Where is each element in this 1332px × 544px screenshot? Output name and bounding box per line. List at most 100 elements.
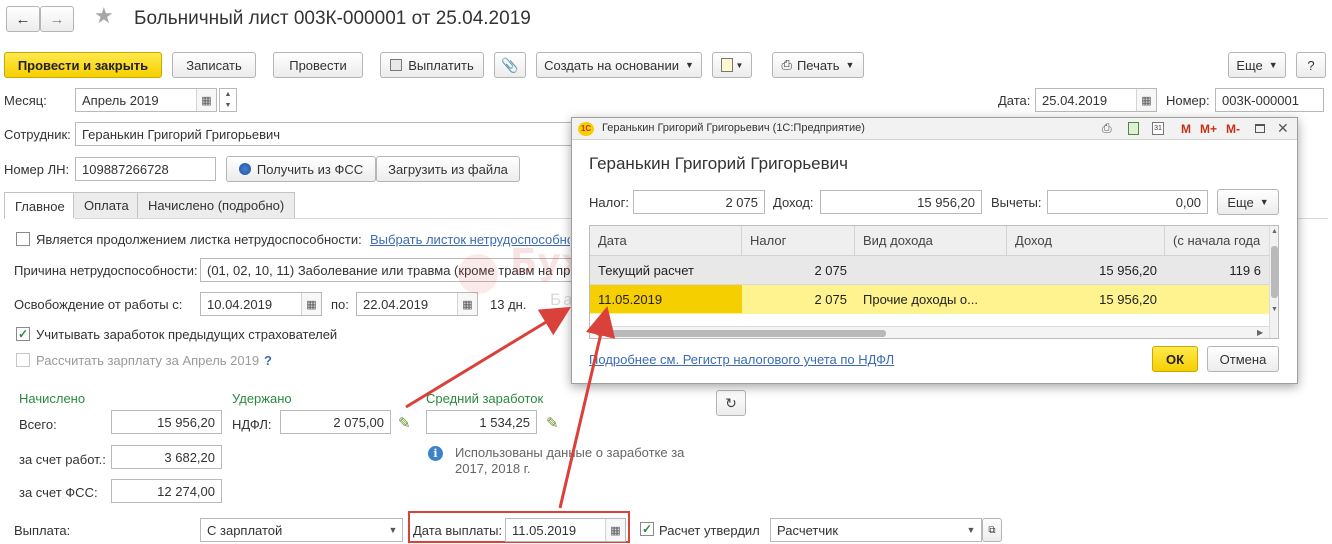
dialog-more-button[interactable]: Еще ▼ — [1217, 189, 1279, 215]
dialog-tax-field[interactable]: 2 075 — [633, 190, 765, 214]
related-docs-button[interactable]: ▼ — [712, 52, 752, 78]
continuation-checkbox[interactable] — [16, 232, 30, 246]
save-button[interactable]: Записать — [172, 52, 256, 78]
total-field[interactable]: 15 956,20 — [111, 410, 222, 434]
column-income[interactable]: Доход — [1007, 226, 1165, 256]
load-from-file-button[interactable]: Загрузить из файла — [376, 156, 520, 182]
dialog-tax-value: 2 075 — [725, 194, 758, 210]
attach-button[interactable]: 📎 — [494, 52, 526, 78]
dialog-income-field[interactable]: 15 956,20 — [820, 190, 982, 214]
more-button[interactable]: Еще ▼ — [1228, 52, 1286, 78]
cancel-button[interactable]: Отмена — [1207, 346, 1279, 372]
choose-sick-leave-link[interactable]: Выбрать листок нетрудоспособности — [370, 232, 570, 247]
tab-accrued-detail[interactable]: Начислено (подробно) — [137, 192, 296, 218]
scroll-down-icon[interactable]: ▼ — [1271, 306, 1278, 313]
ndfl-field[interactable]: 2 075,00 — [280, 410, 391, 434]
date-label: Дата: — [998, 93, 1031, 108]
fss-field[interactable]: 12 274,00 — [111, 479, 222, 503]
table-row[interactable]: Текущий расчет 2 075 15 956,20 119 6 — [590, 256, 1269, 285]
pay-button[interactable]: Выплатить — [380, 52, 484, 78]
dialog-deductions-field[interactable]: 0,00 — [1047, 190, 1208, 214]
release-from-value: 10.04.2019 — [207, 296, 273, 312]
continuation-label: Является продолжением листка нетрудоспос… — [36, 232, 362, 247]
memory-subtract-button[interactable]: M- — [1226, 122, 1240, 136]
memory-store-button[interactable]: M — [1181, 122, 1191, 136]
approved-chevron-down-icon[interactable]: ▼ — [962, 519, 980, 541]
withheld-title: Удержано — [232, 391, 292, 406]
info-text-line1: Использованы данные о заработке за — [455, 445, 685, 460]
payment-chevron-down-icon[interactable]: ▼ — [384, 519, 402, 541]
release-from-calendar-icon[interactable]: ▦ — [301, 293, 321, 315]
scroll-up-icon[interactable]: ▲ — [1271, 228, 1278, 235]
post-and-close-button[interactable]: Провести и закрыть — [4, 52, 162, 78]
close-icon[interactable]: ✕ — [1277, 120, 1289, 137]
column-date[interactable]: Дата — [590, 226, 742, 256]
calendar-icon[interactable]: 31 — [1152, 122, 1164, 135]
total-label: Всего: — [19, 417, 57, 432]
approved-select[interactable]: Расчетчик — [770, 518, 982, 542]
calc-salary-label: Рассчитать зарплату за Апрель 2019 — [36, 353, 260, 368]
print-icon[interactable]: ⎙ — [1102, 121, 1112, 136]
month-calendar-icon[interactable]: ▦ — [196, 89, 216, 111]
ndfl-register-link[interactable]: Подробнее см. Регистр налогового учета п… — [589, 352, 894, 367]
employer-field[interactable]: 3 682,20 — [111, 445, 222, 469]
ndfl-value: 2 075,00 — [333, 414, 384, 430]
calc-salary-checkbox[interactable] — [16, 353, 30, 367]
vertical-scroll-thumb[interactable] — [1271, 246, 1278, 298]
prev-insurers-checkbox[interactable]: ✓ — [16, 327, 30, 341]
grid-horizontal-scrollbar[interactable]: ◀ ▶ — [590, 326, 1269, 338]
column-income-type[interactable]: Вид дохода — [855, 226, 1007, 256]
avg-edit-pencil-icon[interactable]: ✎ — [546, 414, 559, 432]
tab-main[interactable]: Главное — [4, 192, 76, 219]
avg-field[interactable]: 1 534,25 — [426, 410, 537, 434]
calc-salary-help[interactable]: ? — [264, 353, 272, 368]
month-stepper[interactable]: ▲ ▼ — [219, 88, 237, 112]
approved-checkbox[interactable]: ✓ — [640, 522, 654, 536]
dialog-income-value: 15 956,20 — [917, 194, 975, 210]
column-ytd[interactable]: (с начала года — [1165, 226, 1269, 256]
ln-field[interactable]: 109887266728 — [75, 157, 216, 181]
post-button[interactable]: Провести — [273, 52, 363, 78]
scroll-left-icon[interactable]: ◀ — [593, 328, 599, 337]
number-field[interactable]: 003К-000001 — [1215, 88, 1324, 112]
pay-date-label: Дата выплаты: — [413, 523, 503, 538]
help-button[interactable]: ? — [1296, 52, 1326, 78]
payment-value: С зарплатой — [207, 522, 283, 538]
month-value: Апрель 2019 — [82, 92, 159, 108]
number-value: 003К-000001 — [1222, 92, 1299, 108]
number-label: Номер: — [1166, 93, 1210, 108]
reason-field[interactable]: (01, 02, 10, 11) Заболевание или травма … — [200, 258, 572, 282]
create-based-button[interactable]: Создать на основании ▼ — [536, 52, 702, 78]
tab-payment[interactable]: Оплата — [73, 192, 140, 218]
star-icon[interactable]: ★ — [94, 3, 114, 29]
employee-field[interactable]: Геранькин Григорий Григорьевич — [75, 122, 575, 146]
get-from-fss-button[interactable]: Получить из ФСС — [226, 156, 376, 182]
pay-button-label: Выплатить — [408, 57, 474, 73]
scroll-right-icon[interactable]: ▶ — [1257, 328, 1263, 337]
ok-button[interactable]: ОК — [1152, 346, 1198, 372]
ndfl-edit-pencil-icon[interactable]: ✎ — [398, 414, 411, 432]
back-button[interactable]: ← — [6, 6, 40, 32]
maximize-icon[interactable] — [1255, 124, 1265, 133]
reason-label: Причина нетрудоспособности: — [14, 263, 198, 278]
memory-add-button[interactable]: M+ — [1200, 122, 1217, 136]
dialog-header: Геранькин Григорий Григорьевич — [589, 154, 849, 173]
release-to-value: 22.04.2019 — [363, 296, 429, 312]
release-to-calendar-icon[interactable]: ▦ — [457, 293, 477, 315]
table-row[interactable]: 11.05.2019 2 075 Прочие доходы о... 15 9… — [590, 285, 1269, 314]
calculator-icon[interactable] — [1128, 122, 1139, 135]
print-button-label: Печать — [796, 57, 840, 73]
payment-select[interactable]: С зарплатой — [200, 518, 403, 542]
row1-income: 15 956,20 — [1099, 262, 1157, 278]
approved-label: Расчет утвердил — [659, 523, 760, 538]
column-tax[interactable]: Налог — [742, 226, 855, 256]
refresh-button[interactable]: ↻ — [716, 390, 746, 416]
approved-open-button[interactable]: ⧉ — [982, 518, 1002, 542]
date-calendar-icon[interactable]: ▦ — [1136, 89, 1156, 111]
ndfl-dialog: 1С Геранькин Григорий Григорьевич (1С:Пр… — [571, 117, 1298, 384]
pay-date-calendar-icon[interactable]: ▦ — [605, 519, 625, 541]
print-button[interactable]: ⎙ Печать ▼ — [772, 52, 864, 78]
grid-vertical-scrollbar[interactable]: ▲ ▼ — [1269, 226, 1278, 338]
forward-button[interactable]: → — [40, 6, 74, 32]
horizontal-scroll-thumb[interactable] — [606, 330, 886, 337]
